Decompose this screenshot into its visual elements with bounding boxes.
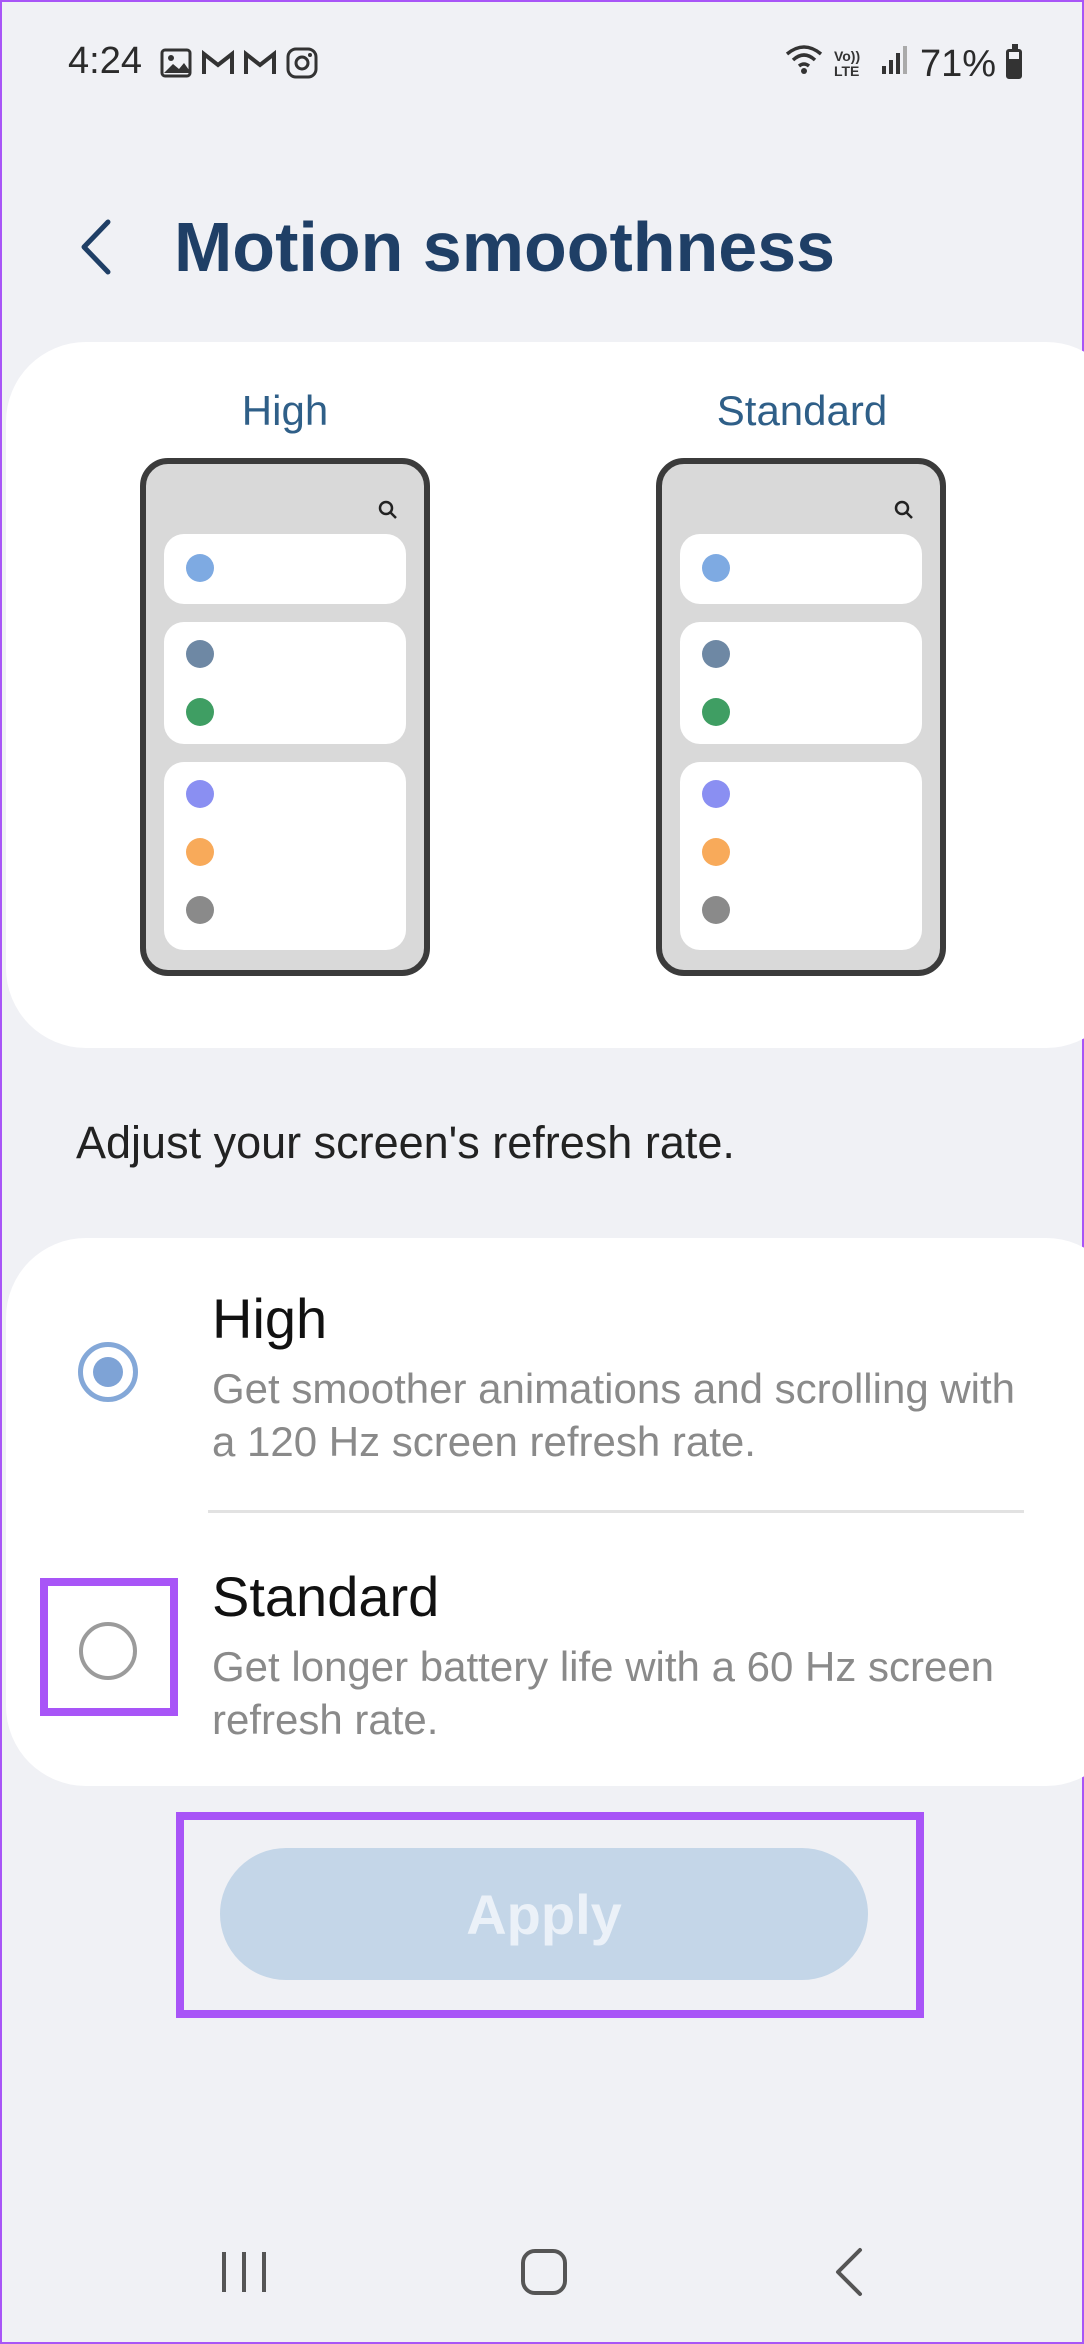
option-standard-title: Standard — [212, 1565, 440, 1628]
signal-icon — [880, 42, 910, 86]
page-title: Motion smoothness — [174, 208, 836, 286]
status-right: Vo)) LTE 71% — [784, 42, 1022, 86]
apply-button[interactable]: Apply — [220, 1848, 868, 1980]
navigation-bar — [2, 2222, 1084, 2322]
dot-icon — [702, 838, 730, 866]
option-high-description: Get smoother animations and scrolling wi… — [212, 1365, 1016, 1465]
status-time: 4:24 — [68, 40, 142, 82]
dot-icon — [186, 698, 214, 726]
instagram-icon — [285, 46, 319, 80]
volte-icon: Vo)) LTE — [833, 48, 861, 79]
gallery-icon — [159, 46, 193, 80]
option-standard-description: Get longer battery life with a 60 Hz scr… — [212, 1643, 995, 1743]
dot-icon — [186, 838, 214, 866]
divider — [208, 1510, 1024, 1513]
dot-icon — [702, 698, 730, 726]
refresh-rate-description: Adjust your screen's refresh rate. — [76, 1117, 735, 1168]
dot-icon — [186, 554, 214, 582]
phone-preview-high — [140, 458, 430, 976]
radio-standard[interactable] — [79, 1622, 137, 1680]
option-high-title: High — [212, 1287, 328, 1350]
dot-icon — [186, 640, 214, 668]
back-icon[interactable] — [820, 2242, 880, 2302]
search-icon — [894, 500, 914, 526]
chevron-left-icon — [81, 219, 111, 275]
gmail-icon — [243, 46, 277, 80]
battery-icon — [1006, 44, 1022, 79]
preview-label-standard: Standard — [716, 387, 888, 434]
back-button[interactable] — [68, 212, 128, 282]
home-icon[interactable] — [514, 2242, 574, 2302]
dot-icon — [186, 780, 214, 808]
gmail-icon — [201, 46, 235, 80]
recent-apps-icon[interactable] — [214, 2242, 274, 2302]
dot-icon — [702, 780, 730, 808]
dot-icon — [186, 896, 214, 924]
battery-percent: 71% — [919, 42, 996, 85]
search-icon — [378, 500, 398, 526]
preview-label-high: High — [241, 387, 329, 434]
dot-icon — [702, 554, 730, 582]
radio-high[interactable] — [78, 1342, 138, 1402]
phone-preview-standard — [656, 458, 946, 976]
dot-icon — [702, 896, 730, 924]
dot-icon — [702, 640, 730, 668]
wifi-icon — [784, 42, 824, 86]
notification-icons — [159, 46, 319, 80]
